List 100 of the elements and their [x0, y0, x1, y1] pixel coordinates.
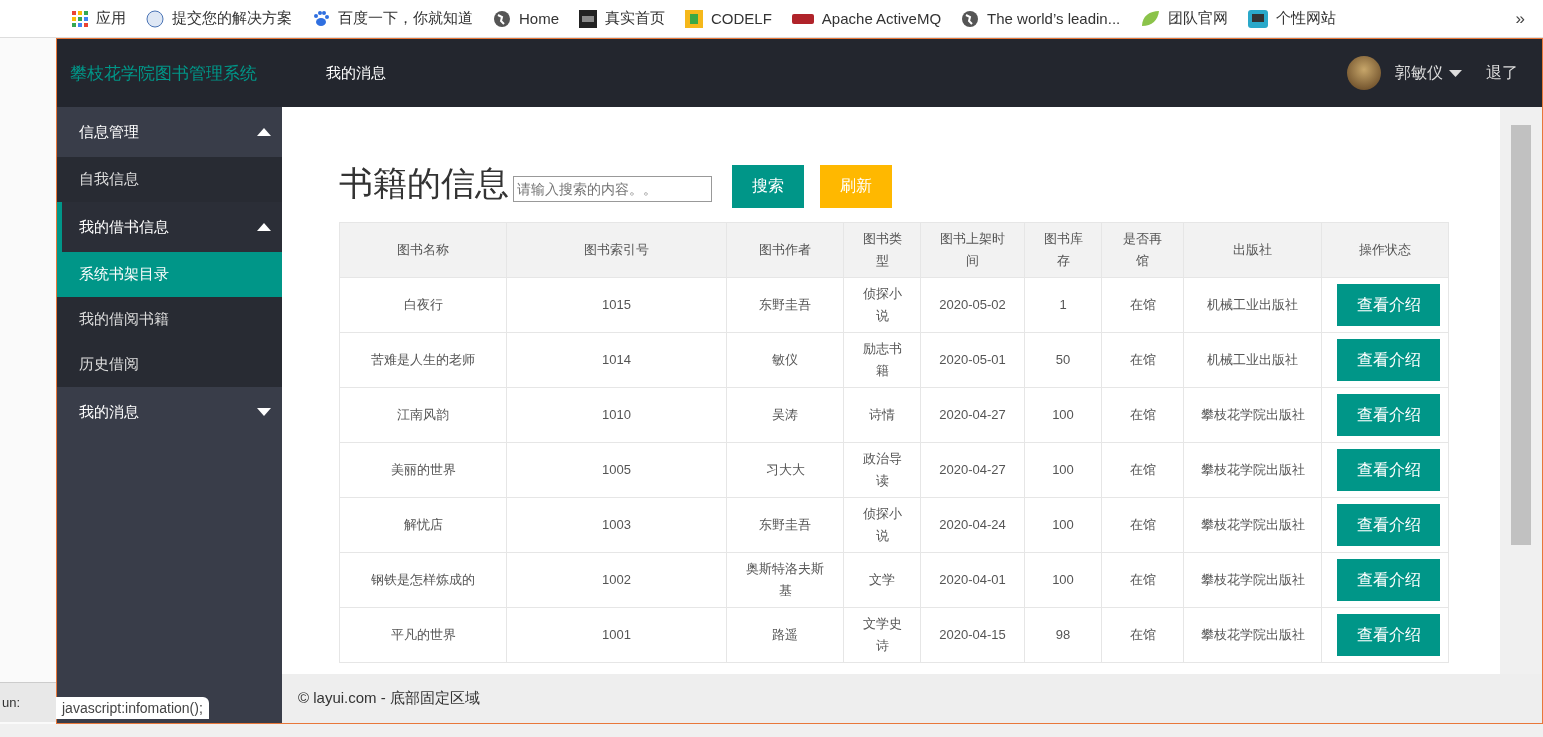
- user-avatar[interactable]: [1347, 56, 1381, 90]
- bookmark-link[interactable]: 真实首页: [579, 9, 665, 28]
- view-intro-button[interactable]: 查看介绍: [1337, 284, 1440, 326]
- table-cell: 奥斯特洛夫斯基: [726, 552, 844, 608]
- table-cell: 机械工业出版社: [1183, 277, 1322, 333]
- table-cell: 侦探小说: [843, 277, 921, 333]
- column-header: 图书作者: [726, 222, 844, 278]
- column-header: 图书类型: [843, 222, 921, 278]
- view-intro-button[interactable]: 查看介绍: [1337, 504, 1440, 546]
- table-cell: 2020-05-01: [920, 332, 1025, 388]
- caret-icon: [257, 128, 271, 136]
- table-cell: 在馆: [1101, 332, 1184, 388]
- table-cell: 政治导读: [843, 442, 921, 498]
- table-cell: 1015: [506, 277, 727, 333]
- view-intro-button[interactable]: 查看介绍: [1337, 559, 1440, 601]
- scrollbar-thumb[interactable]: [1511, 125, 1531, 545]
- table-cell: 苦难是人生的老师: [339, 332, 507, 388]
- table-cell: 励志书籍: [843, 332, 921, 388]
- table-cell: 1014: [506, 332, 727, 388]
- table-cell: 平凡的世界: [339, 607, 507, 663]
- bookmark-link[interactable]: 个性网站: [1248, 9, 1337, 28]
- table-cell: 在馆: [1101, 607, 1184, 663]
- table-cell: 2020-04-01: [920, 552, 1025, 608]
- table-cell: 诗情: [843, 387, 921, 443]
- table-cell: 100: [1024, 497, 1102, 553]
- column-header: 操作状态: [1321, 222, 1449, 278]
- sidebar-group[interactable]: 我的借书信息: [57, 202, 282, 252]
- bookmark-link[interactable]: CODELF: [685, 9, 772, 28]
- table-cell: 习大大: [726, 442, 844, 498]
- search-button[interactable]: 搜索: [732, 165, 804, 208]
- toolbar-label: un:: [2, 695, 21, 710]
- table-cell: 2020-05-02: [920, 277, 1025, 333]
- table-cell: 在馆: [1101, 552, 1184, 608]
- scrollbar[interactable]: [1500, 107, 1542, 674]
- table-cell: 美丽的世界: [339, 442, 507, 498]
- table-cell: 在馆: [1101, 442, 1184, 498]
- caret-icon: [1449, 69, 1462, 77]
- caret-icon: [257, 408, 271, 416]
- nav-link[interactable]: 我的消息: [326, 63, 386, 83]
- bookmark-link[interactable]: Home: [493, 9, 559, 28]
- sidebar-item[interactable]: 自我信息: [57, 157, 282, 202]
- sidebar-item[interactable]: 系统书架目录: [57, 252, 282, 297]
- globe-icon: [493, 9, 511, 28]
- table-cell: 98: [1024, 607, 1102, 663]
- paw-icon: [312, 9, 330, 28]
- monitor-icon: [1248, 9, 1269, 28]
- table-cell: 东野圭吾: [726, 277, 844, 333]
- apps-grid-icon: [72, 10, 88, 27]
- leaf-icon: [1140, 9, 1161, 28]
- page-title: 书籍的信息: [339, 162, 509, 204]
- table-cell: 在馆: [1101, 387, 1184, 443]
- column-header: 图书库存: [1024, 222, 1102, 278]
- table-cell: 攀枝花学院出版社: [1183, 442, 1322, 498]
- table-cell: 攀枝花学院出版社: [1183, 552, 1322, 608]
- caret-icon: [257, 223, 271, 231]
- table-cell: 2020-04-24: [920, 497, 1025, 553]
- table-cell: 攀枝花学院出版社: [1183, 387, 1322, 443]
- sidebar-item[interactable]: 我的借阅书籍: [57, 297, 282, 342]
- bookmark-link[interactable]: The world’s leadin...: [961, 9, 1121, 28]
- table-cell: 1002: [506, 552, 727, 608]
- column-header: 图书名称: [339, 222, 507, 278]
- user-menu[interactable]: 郭敏仪: [1395, 62, 1462, 84]
- bookmark-link[interactable]: 应用: [72, 9, 126, 28]
- table-cell: 路遥: [726, 607, 844, 663]
- square-logo-icon: [579, 9, 597, 28]
- table-cell: 2020-04-15: [920, 607, 1025, 663]
- view-intro-button[interactable]: 查看介绍: [1337, 449, 1440, 491]
- view-intro-button[interactable]: 查看介绍: [1337, 339, 1440, 381]
- column-header: 出版社: [1183, 222, 1322, 278]
- table-cell: 机械工业出版社: [1183, 332, 1322, 388]
- table-cell: 1005: [506, 442, 727, 498]
- view-intro-button[interactable]: 查看介绍: [1337, 614, 1440, 656]
- app-title: 攀枝花学院图书管理系统: [70, 62, 258, 85]
- square-logo-icon: [685, 9, 703, 28]
- bookmark-link[interactable]: 百度一下，你就知道: [312, 9, 473, 28]
- table-cell: 东野圭吾: [726, 497, 844, 553]
- table-cell: 50: [1024, 332, 1102, 388]
- table-cell: 攀枝花学院出版社: [1183, 607, 1322, 663]
- sidebar-item[interactable]: 历史借阅: [57, 342, 282, 387]
- bookmark-link[interactable]: 提交您的解决方案: [146, 9, 292, 28]
- table-cell: 1001: [506, 607, 727, 663]
- search-field[interactable]: 请输入搜索的内容。。: [513, 175, 712, 202]
- table-cell: 在馆: [1101, 277, 1184, 333]
- bookmark-link[interactable]: 团队官网: [1140, 9, 1229, 28]
- table-cell: 1: [1024, 277, 1102, 333]
- table-cell: 2020-04-27: [920, 442, 1025, 498]
- table-cell: 1010: [506, 387, 727, 443]
- column-header: 图书上架时间: [920, 222, 1025, 278]
- table-cell: 100: [1024, 552, 1102, 608]
- table-cell: 攀枝花学院出版社: [1183, 497, 1322, 553]
- view-intro-button[interactable]: 查看介绍: [1337, 394, 1440, 436]
- table-cell: 100: [1024, 442, 1102, 498]
- table-cell: 敏仪: [726, 332, 844, 388]
- bookmark-link[interactable]: Apache ActiveMQ: [791, 10, 942, 27]
- table-cell: 江南风韵: [339, 387, 507, 443]
- table-cell: 文学史诗: [843, 607, 921, 663]
- logout-link[interactable]: 退了: [1486, 62, 1518, 84]
- column-header: 是否再馆: [1101, 222, 1184, 278]
- more-bookmarks-button[interactable]: »: [1515, 8, 1525, 29]
- table-cell: 吴涛: [726, 387, 844, 443]
